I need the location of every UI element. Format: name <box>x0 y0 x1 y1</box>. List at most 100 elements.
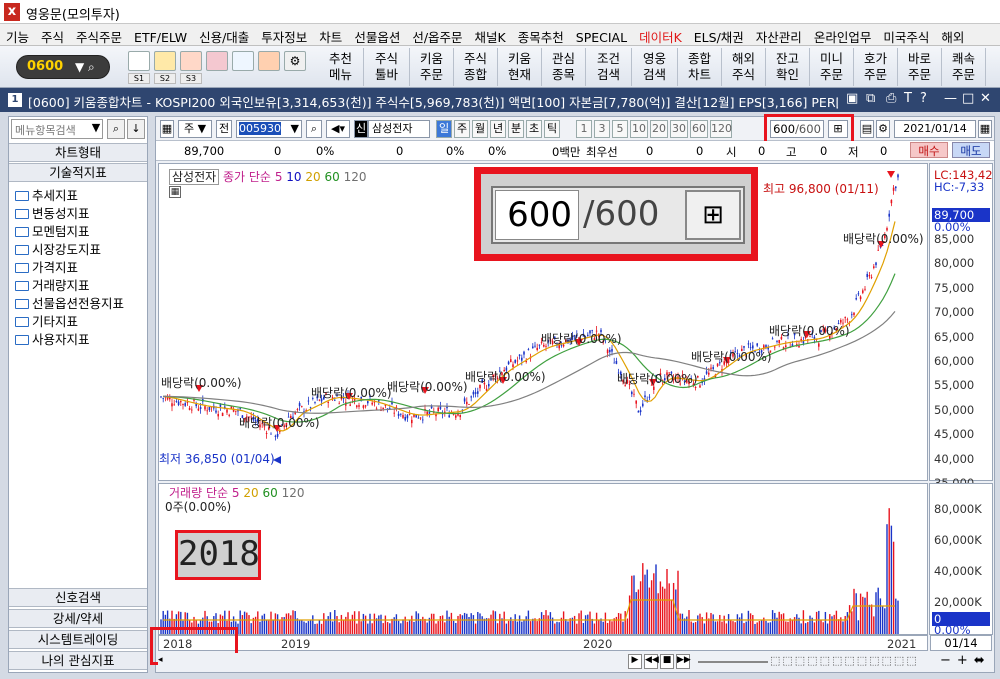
play-icon[interactable]: ▶ <box>628 654 642 669</box>
toolbar-button[interactable]: 관심 종목 <box>542 48 586 86</box>
font-icon[interactable]: T <box>904 91 912 106</box>
print-icon[interactable]: ⎙ <box>886 91 896 106</box>
menu-item[interactable]: 기능 <box>0 24 35 45</box>
gear-icon[interactable]: ⚙ <box>284 51 306 71</box>
close-icon[interactable]: ✕ <box>980 91 991 106</box>
menu-item[interactable]: 선/옵주문 <box>406 24 468 45</box>
type-select[interactable]: 주 ▼ <box>178 120 212 138</box>
menu-item[interactable]: 온라인업무 <box>808 24 878 45</box>
menu-item[interactable]: 자산관리 <box>750 24 808 45</box>
sell-button[interactable]: 매도 <box>952 142 990 158</box>
date-field[interactable]: 2021/01/14 <box>894 120 976 138</box>
minimize-icon[interactable]: — <box>944 91 957 106</box>
toolbar-button[interactable]: 영웅 검색 <box>632 48 678 86</box>
toolbar-button[interactable]: 주식 툴바 <box>364 48 410 86</box>
interval-button[interactable]: 5 <box>612 120 628 138</box>
interval-button[interactable]: 1 <box>576 120 592 138</box>
menu-item[interactable]: 선물옵션 <box>348 24 406 45</box>
interval-button[interactable]: 30 <box>670 120 688 138</box>
menu-item[interactable]: 채널K <box>469 24 512 45</box>
tech-indicator-header[interactable]: 기술적지표 <box>9 163 147 182</box>
speed-slider[interactable] <box>698 661 768 663</box>
chart-type-header[interactable]: 차트형태 <box>9 143 147 162</box>
screen-code-input[interactable]: 0600 ▼ ⌕ <box>16 55 110 79</box>
period-button[interactable]: 주 <box>454 120 470 138</box>
strength-header[interactable]: 강세/약세 <box>9 609 147 628</box>
menu-item[interactable]: ELS/채권 <box>688 24 750 45</box>
menu-item[interactable]: 해외 <box>935 24 970 45</box>
interval-button[interactable]: 120 <box>710 120 732 138</box>
toolbar-button[interactable]: 종합 차트 <box>678 48 722 86</box>
period-button[interactable]: 틱 <box>544 120 560 138</box>
indicator-folder[interactable]: 가격지표 <box>15 257 78 275</box>
toolbar-button[interactable]: 미니 주문 <box>810 48 854 86</box>
prefix-button[interactable]: 전 <box>216 120 232 138</box>
volume-chart[interactable]: 거래량 단순 5 20 60 120 0주(0.00%) 2018 <box>158 483 928 635</box>
my-indicator-header[interactable]: 나의 관심지표 <box>9 651 147 670</box>
indicator-folder[interactable]: 시장강도지표 <box>15 239 101 257</box>
menu-item[interactable]: 미국주식 <box>877 24 935 45</box>
count-field[interactable]: 600/600 <box>770 120 824 138</box>
indicator-folder[interactable]: 모멘텀지표 <box>15 221 90 239</box>
interval-button[interactable]: 10 <box>630 120 648 138</box>
slot-s1[interactable]: S1 <box>128 73 150 84</box>
stop-icon[interactable]: ■ <box>660 654 674 669</box>
maximize-icon[interactable]: □ <box>962 91 974 106</box>
save-icon[interactable] <box>128 51 150 71</box>
toolbar-button[interactable]: 쾌속 주문 <box>942 48 986 86</box>
toolbar-button[interactable]: 주식 종합 <box>454 48 498 86</box>
stock-code-input[interactable]: 005930 ▼ <box>236 120 302 138</box>
toolbar-button[interactable]: 키움 현재 <box>498 48 542 86</box>
toolbar-button[interactable]: 호가 주문 <box>854 48 898 86</box>
chevron-down-icon[interactable]: ▼ ⌕ <box>75 60 95 75</box>
zoom-controls[interactable]: −+⬌ <box>940 653 991 668</box>
menu-item[interactable]: 데이터K <box>633 24 688 45</box>
menu-item[interactable]: 신용/대출 <box>193 24 255 45</box>
indicator-folder[interactable]: 변동성지표 <box>15 203 90 221</box>
menu-item[interactable]: 주식 <box>35 24 70 45</box>
copy-icon[interactable]: ⧉ <box>866 91 875 106</box>
grid-icon[interactable]: ▦ <box>169 186 181 198</box>
forward-icon[interactable]: ▶▶ <box>676 654 691 669</box>
save-icon[interactable]: ▤ <box>860 120 874 138</box>
lock-icon[interactable] <box>180 51 202 71</box>
menu-item[interactable]: 투자정보 <box>255 24 313 45</box>
signal-search-header[interactable]: 신호검색 <box>9 588 147 607</box>
interval-button[interactable]: 60 <box>690 120 708 138</box>
system-trading-header[interactable]: 시스템트레이딩 <box>9 630 147 649</box>
stock-name-field[interactable]: 삼성전자 <box>368 120 430 138</box>
menu-item[interactable]: 차트 <box>313 24 348 45</box>
clock-icon[interactable] <box>232 51 254 71</box>
search-icon[interactable]: ⌕ <box>107 119 125 139</box>
period-button[interactable]: 년 <box>490 120 506 138</box>
gear-icon[interactable]: ⚙ <box>876 120 890 138</box>
period-button[interactable]: 월 <box>472 120 488 138</box>
indicator-folder[interactable]: 기타지표 <box>15 311 78 329</box>
download-icon[interactable]: ↓ <box>127 119 145 139</box>
interval-button[interactable]: 20 <box>650 120 668 138</box>
buy-button[interactable]: 매수 <box>910 142 948 158</box>
camera-icon[interactable] <box>206 51 228 71</box>
toolbar-button[interactable]: 바로 주문 <box>898 48 942 86</box>
slot-s3[interactable]: S3 <box>180 73 202 84</box>
period-button[interactable]: 초 <box>526 120 542 138</box>
drawing-tools[interactable]: ⬚⬚⬚⬚⬚⬚⬚⬚⬚⬚⬚⬚ <box>770 654 919 667</box>
period-button[interactable]: 일 <box>436 120 452 138</box>
help-icon[interactable]: ? <box>920 91 927 106</box>
toolbar-button[interactable]: 조건 검색 <box>586 48 632 86</box>
toolbar-button[interactable]: 잔고 확인 <box>766 48 810 86</box>
indicator-folder[interactable]: 추세지표 <box>15 185 78 203</box>
menu-item[interactable]: 종목추천 <box>512 24 570 45</box>
period-button[interactable]: 분 <box>508 120 524 138</box>
indicator-folder[interactable]: 사용자지표 <box>15 329 90 347</box>
toolbar-button[interactable]: 키움 주문 <box>410 48 454 86</box>
sound-icon[interactable]: ◀▾ <box>326 120 350 138</box>
indicator-folder[interactable]: 선물옵션전용지표 <box>15 293 124 311</box>
scroll-left-icon[interactable]: ◂ <box>158 655 170 669</box>
slot-s2[interactable]: S2 <box>154 73 176 84</box>
chevron-down-icon[interactable]: ▼ <box>89 119 103 139</box>
menu-item[interactable]: SPECIAL <box>570 27 633 45</box>
toolbar-button[interactable]: 해외 주식 <box>722 48 766 86</box>
menu-item[interactable]: ETF/ELW <box>128 27 193 45</box>
interval-button[interactable]: 3 <box>594 120 610 138</box>
